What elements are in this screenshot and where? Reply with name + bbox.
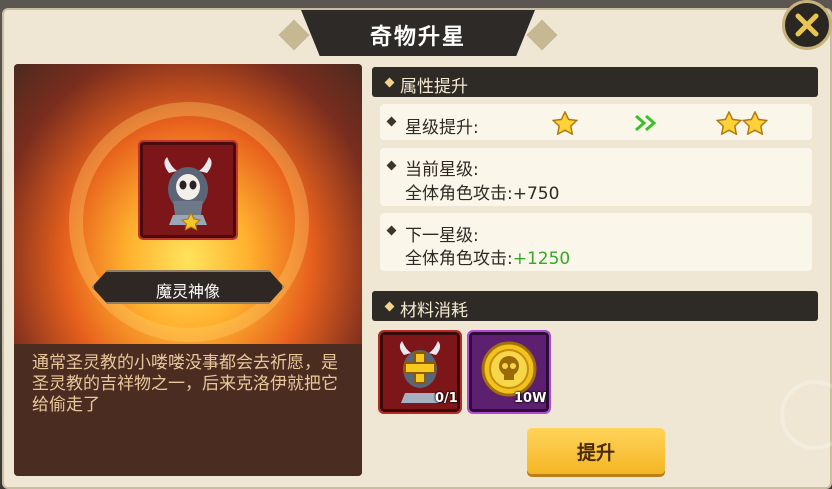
current-stat: 全体角色攻击:+750: [405, 179, 559, 204]
star-icon: [742, 111, 768, 135]
upgrade-button[interactable]: 提升: [527, 428, 665, 474]
artifact-description: 通常圣灵教的小喽喽没事都会去祈愿，是圣灵教的吉祥物之一，后来克洛伊就把它给偷走了: [32, 353, 338, 415]
material-count: 10W: [514, 391, 547, 406]
double-chevron-right-icon: [635, 114, 657, 132]
next-level-label: 下一星级:: [405, 226, 479, 246]
upgrade-button-label: 提升: [576, 441, 615, 464]
next-stat: 全体角色攻击:+1250: [405, 244, 570, 269]
attributes-header: 属性提升: [372, 67, 818, 97]
current-stat-value: +750: [512, 184, 560, 204]
next-stat-label: 全体角色攻击:: [405, 249, 513, 269]
artifact-name-plate: 魔灵神像: [92, 270, 284, 304]
star-icon: [552, 111, 578, 135]
material-slot-statue[interactable]: 0/1: [378, 330, 462, 414]
material-count: 0/1: [435, 391, 458, 406]
star-level-label: 星级提升:: [405, 118, 479, 138]
material-slot-coin[interactable]: 10W: [467, 330, 551, 414]
close-button[interactable]: [782, 0, 832, 50]
dialog-title: 奇物升星: [369, 25, 466, 50]
title-banner: 奇物升星: [278, 10, 558, 56]
artifact-name: 魔灵神像: [155, 282, 220, 301]
current-level-label: 当前星级:: [405, 160, 479, 180]
materials-header: 材料消耗: [372, 291, 818, 321]
next-stat-value: +1250: [512, 249, 571, 269]
demon-statue-icon: [164, 157, 212, 231]
artifact-portrait[interactable]: [138, 140, 238, 240]
star-icon: [716, 111, 742, 135]
close-icon: [795, 13, 819, 37]
current-stat-label: 全体角色攻击:: [405, 184, 513, 204]
